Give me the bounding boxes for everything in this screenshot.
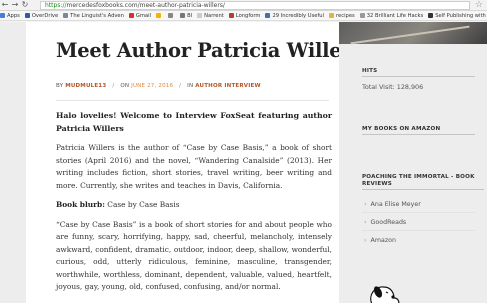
blurb-line: Book blurb: Case by Case Basis [56, 199, 332, 212]
bookmark-label: Apps [7, 13, 20, 19]
title-divider [56, 100, 329, 101]
bookmark-favicon-icon [329, 13, 335, 18]
blurb-label: Book blurb: [56, 200, 105, 209]
sidebar-link-goodreads[interactable]: › GoodReads [364, 219, 406, 226]
bookmark-item[interactable]: recipes [329, 11, 355, 20]
bookmark-label: The Linguist's Adven [70, 13, 124, 19]
bookmark-favicon-icon [128, 13, 134, 18]
meta-separator: / [179, 83, 182, 89]
bookmark-item[interactable]: 32 Brilliant Life Hacks [359, 11, 424, 20]
bookmark-label: Gmail [135, 13, 152, 19]
bookmark-item[interactable]: Self Publishing with [428, 11, 486, 20]
url-input[interactable]: https://mercedesfoxbooks.com/meet-author… [40, 1, 470, 10]
bookmark-item[interactable] [156, 11, 163, 20]
address-bar-row: ← → ↻ https://mercedesfoxbooks.com/meet-… [0, 0, 487, 11]
bullet-icon: › [364, 237, 367, 244]
sidebar-link-amazon[interactable]: › Amazon [364, 237, 396, 244]
bookmark-favicon-icon [265, 13, 271, 18]
bookmark-favicon-icon [0, 13, 5, 18]
bookmark-item[interactable]: The Linguist's Adven [63, 11, 124, 20]
url-path: mercedesfoxbooks.com/meet-author-patrici… [66, 2, 225, 9]
hits-counter: Total Visit: 128,906 [362, 83, 424, 91]
bookmark-favicon-icon [24, 13, 30, 18]
url-scheme: https:// [45, 2, 67, 9]
in-label: IN [187, 83, 194, 89]
bookmark-item[interactable] [168, 11, 175, 20]
bookmark-item[interactable]: OverDrive [24, 11, 59, 20]
category-link[interactable]: AUTHOR INTERVIEW [195, 83, 260, 89]
sidebar-link-label: GoodReads [370, 219, 407, 226]
post-body: Halo lovelies! Welcome to Interview FoxS… [56, 110, 332, 301]
greeting-heading: Halo lovelies! Welcome to Interview FoxS… [56, 111, 332, 133]
bookmark-label: 32 Brilliant Life Hacks [366, 13, 424, 19]
bookmark-label: Self Publishing with [435, 13, 486, 19]
page-title: Meet Author Patricia Willers [56, 39, 339, 62]
sidebar-divider [362, 212, 475, 213]
intro-paragraph: Patricia Willers is the author of “Case … [56, 143, 332, 190]
bookmark-favicon-icon [428, 13, 434, 18]
by-label: BY [56, 83, 64, 89]
bookmark-favicon-icon [156, 13, 162, 18]
on-label: ON [120, 83, 130, 89]
bookmark-label: 29 Incredibly Useful [272, 13, 325, 19]
bookmark-label: BI [187, 13, 193, 19]
author-link[interactable]: MUDMULE13 [65, 83, 106, 89]
bookmark-label: recipes [336, 13, 355, 19]
snoopy-illustration [370, 286, 400, 303]
bookmark-item[interactable]: Apps [0, 11, 20, 20]
sidebar-link-label: Ana Elise Meyer [370, 201, 421, 208]
post-meta: BY MUDMULE13 / ON JUNE 27, 2016 / IN AUT… [56, 83, 261, 89]
bookmark-favicon-icon [180, 13, 186, 18]
bookmark-item[interactable]: BI [180, 11, 193, 20]
bullet-icon: › [364, 219, 367, 226]
bookmark-star-icon[interactable]: ☆ [475, 0, 483, 11]
web-page: Meet Author Patricia Willers BY MUDMULE1… [0, 22, 487, 303]
bookmark-favicon-icon [168, 13, 174, 18]
sidebar-link-label: Amazon [370, 237, 396, 244]
sidebar-divider [362, 230, 475, 231]
bookmark-favicon-icon [359, 13, 365, 18]
post-content: Meet Author Patricia Willers BY MUDMULE1… [26, 22, 339, 303]
bookmark-item[interactable]: Longform [228, 11, 261, 20]
blurb-book-title: Case by Case Basis [104, 200, 180, 209]
book-reviews-widget-title: POACHING THE IMMORTAL - BOOK REVIEWS [362, 174, 484, 190]
blurb-paragraph: “Case by Case Basis” is a book of short … [56, 219, 332, 292]
sidebar: HITS Total Visit: 128,906 MY BOOKS ON AM… [353, 22, 487, 303]
meta-separator: / [112, 83, 115, 89]
post-date-link[interactable]: JUNE 27, 2016 [131, 83, 173, 89]
back-icon[interactable]: ← [0, 0, 10, 10]
bookmark-item[interactable]: 29 Incredibly Useful [265, 11, 325, 20]
bookmark-label: OverDrive [31, 13, 59, 19]
bookmark-favicon-icon [228, 13, 234, 18]
reload-icon[interactable]: ↻ [20, 0, 30, 10]
bookmarks-bar: Apps OverDrive The Linguist's Adven Gmail BI… [0, 11, 487, 21]
bookmark-label: Narrent [204, 13, 224, 19]
bookmark-item[interactable]: Narrent [197, 11, 224, 20]
bookmark-favicon-icon [197, 13, 203, 18]
bullet-icon: › [364, 201, 367, 208]
bookmark-favicon-icon [63, 13, 69, 18]
amazon-books-widget-title: MY BOOKS ON AMAZON [362, 126, 475, 135]
bookmark-label: Longform [235, 13, 261, 19]
hits-widget-title: HITS [362, 68, 475, 77]
forward-icon[interactable]: → [10, 0, 20, 10]
bookmark-item[interactable]: Gmail [128, 11, 152, 20]
sidebar-link-ana-elise-meyer[interactable]: › Ana Elise Meyer [364, 201, 421, 208]
